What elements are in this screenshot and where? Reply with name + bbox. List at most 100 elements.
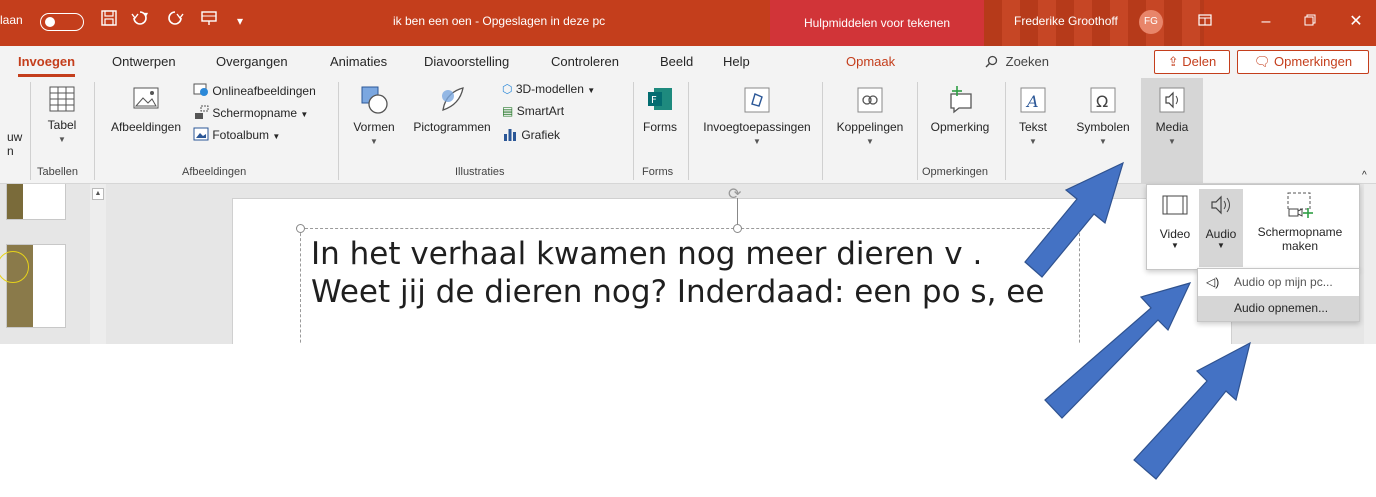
screenshot-label: Schermopname bbox=[212, 106, 298, 120]
film-icon bbox=[1162, 195, 1188, 215]
tab-beeld[interactable]: Beeld bbox=[660, 54, 693, 69]
comment-button[interactable]: Opmerking bbox=[923, 84, 997, 134]
tab-controleren[interactable]: Controleren bbox=[551, 54, 619, 69]
document-title: ik ben een oen - Opgeslagen in deze pc bbox=[393, 14, 606, 28]
search-label: Zoeken bbox=[1005, 54, 1049, 69]
resize-handle[interactable] bbox=[733, 224, 742, 233]
svg-text:A: A bbox=[1025, 92, 1039, 111]
customize-qat-icon[interactable]: ▾ bbox=[228, 9, 252, 33]
screen-recording-label-2: maken bbox=[1281, 239, 1319, 253]
text-button[interactable]: A Tekst ▼ bbox=[1012, 84, 1054, 146]
pictures-button[interactable]: Afbeeldingen bbox=[106, 84, 186, 134]
addins-label: Invoegtoepassingen bbox=[703, 120, 811, 134]
screen-record-icon bbox=[1287, 192, 1313, 218]
ribbon: uw n Tabel ▼ Tabellen Afbeeldingen Onlin… bbox=[0, 78, 1376, 184]
screen-recording-button[interactable]: Schermopname maken bbox=[1245, 189, 1355, 267]
svg-text:F: F bbox=[651, 95, 657, 106]
speaker-icon bbox=[1211, 195, 1230, 215]
search-box[interactable]: Zoeken bbox=[985, 54, 1049, 69]
slide-text-line-2: Weet jij de dieren nog? Inderdaad: een p… bbox=[311, 274, 1045, 310]
tab-opmaak[interactable]: Opmaak bbox=[846, 54, 895, 69]
chart-icon bbox=[504, 129, 516, 141]
omega-icon: Ω bbox=[1090, 87, 1116, 113]
scroll-up-icon[interactable]: ▲ bbox=[92, 188, 104, 200]
pictures-label: Afbeeldingen bbox=[110, 120, 182, 134]
table-button[interactable]: Tabel ▼ bbox=[40, 84, 84, 144]
avatar[interactable]: FG bbox=[1139, 10, 1163, 34]
smartart-label: SmartArt bbox=[516, 104, 565, 118]
comments-label: Opmerkingen bbox=[1274, 54, 1353, 69]
close-icon[interactable]: ✕ bbox=[1341, 8, 1371, 36]
group-label-afbeeldingen: Afbeeldingen bbox=[182, 166, 247, 178]
ribbon-display-icon[interactable] bbox=[1190, 8, 1220, 36]
screen-recording-label-1: Schermopname bbox=[1257, 225, 1343, 239]
resize-handle[interactable] bbox=[296, 224, 305, 233]
photo-album-button[interactable]: Fotoalbum ▼ bbox=[193, 126, 280, 142]
comments-button[interactable]: 🗨 Opmerkingen bbox=[1237, 50, 1369, 74]
tab-invoegen[interactable]: Invoegen bbox=[18, 54, 76, 77]
context-tab-drawing-tools[interactable]: Hulpmiddelen voor tekenen bbox=[770, 0, 984, 46]
new-slide-partial-label-2[interactable]: n bbox=[7, 144, 14, 158]
shapes-label: Vormen bbox=[353, 120, 395, 134]
share-button[interactable]: ⇪ Delen bbox=[1154, 50, 1230, 74]
vertical-scrollbar[interactable] bbox=[1364, 184, 1376, 344]
screenshot-icon bbox=[195, 105, 209, 119]
chevron-down-icon: ▼ bbox=[1171, 241, 1179, 250]
present-icon[interactable] bbox=[197, 9, 221, 33]
group-label-forms: Forms bbox=[642, 166, 674, 178]
collapse-ribbon-icon[interactable]: ^ bbox=[1362, 170, 1367, 181]
chevron-down-icon: ▼ bbox=[1029, 137, 1037, 146]
rotate-icon[interactable]: ⟳ bbox=[728, 184, 741, 204]
record-audio-item[interactable]: Audio opnemen... bbox=[1198, 296, 1359, 321]
tab-overgangen[interactable]: Overgangen bbox=[216, 54, 288, 69]
chevron-down-icon: ▼ bbox=[300, 110, 309, 119]
chart-button[interactable]: Grafiek bbox=[502, 126, 560, 142]
user-name[interactable]: Frederike Groothoff bbox=[1014, 14, 1118, 28]
thumbnail-scrollbar[interactable] bbox=[90, 184, 106, 344]
new-comment-icon bbox=[950, 86, 972, 114]
restore-icon[interactable] bbox=[1295, 8, 1325, 36]
forms-button[interactable]: F Forms bbox=[638, 84, 682, 134]
audio-submenu: ◁) Audio op mijn pc... Audio opnemen... bbox=[1197, 268, 1360, 322]
tab-animaties[interactable]: Animaties bbox=[330, 54, 387, 69]
share-icon: ⇪ bbox=[1167, 54, 1179, 69]
speaker-icon: ◁) bbox=[1206, 275, 1220, 289]
svg-text:▾: ▾ bbox=[144, 10, 148, 19]
icons-label: Pictogrammen bbox=[413, 120, 491, 134]
tab-help[interactable]: Help bbox=[723, 54, 750, 69]
redo-icon[interactable] bbox=[165, 9, 189, 33]
minimize-icon[interactable]: – bbox=[1251, 8, 1281, 36]
chevron-down-icon: ▼ bbox=[58, 135, 66, 144]
3d-models-button[interactable]: ⬡ 3D-modellen ▼ bbox=[502, 82, 595, 96]
tab-diavoorstelling[interactable]: Diavoorstelling bbox=[424, 54, 509, 69]
addins-button[interactable]: Invoegtoepassingen ▼ bbox=[696, 84, 818, 146]
symbols-label: Symbolen bbox=[1076, 120, 1130, 134]
audio-button[interactable]: Audio ▼ bbox=[1199, 189, 1243, 267]
pictogram-icon bbox=[442, 87, 464, 111]
new-slide-partial-label[interactable]: uw bbox=[7, 130, 22, 144]
slide-text-line-1: In het verhaal kwamen nog meer dieren v … bbox=[311, 236, 983, 272]
slide-thumbnail[interactable] bbox=[6, 184, 66, 220]
chevron-down-icon: ▼ bbox=[1168, 137, 1176, 146]
tab-ontwerpen[interactable]: Ontwerpen bbox=[112, 54, 176, 69]
thumbnail-image bbox=[7, 184, 23, 219]
chart-label: Grafiek bbox=[521, 128, 561, 142]
link-icon bbox=[857, 87, 883, 113]
screenshot-button[interactable]: Schermopname ▼ bbox=[193, 104, 308, 120]
audio-from-pc-item[interactable]: ◁) Audio op mijn pc... bbox=[1198, 270, 1359, 295]
shapes-icon bbox=[361, 86, 388, 114]
symbols-button[interactable]: Ω Symbolen ▼ bbox=[1070, 84, 1136, 146]
icons-button[interactable]: Pictogrammen bbox=[407, 84, 497, 134]
smartart-button[interactable]: ▤ SmartArt bbox=[502, 104, 564, 118]
record-audio-label: Audio opnemen... bbox=[1234, 301, 1329, 315]
slide-thumbnail[interactable] bbox=[0, 244, 66, 328]
save-icon[interactable] bbox=[97, 9, 121, 33]
autosave-toggle[interactable] bbox=[40, 13, 84, 31]
links-button[interactable]: Koppelingen ▼ bbox=[830, 84, 910, 146]
video-button[interactable]: Video ▼ bbox=[1153, 189, 1197, 267]
media-button[interactable]: Media ▼ bbox=[1144, 84, 1200, 146]
slide-body-text[interactable]: In het verhaal kwamen nog meer dieren v … bbox=[311, 235, 1044, 311]
shapes-button[interactable]: Vormen ▼ bbox=[345, 84, 403, 146]
online-pictures-button[interactable]: Onlineafbeeldingen bbox=[193, 82, 316, 98]
undo-icon[interactable]: ▾ bbox=[128, 9, 152, 33]
